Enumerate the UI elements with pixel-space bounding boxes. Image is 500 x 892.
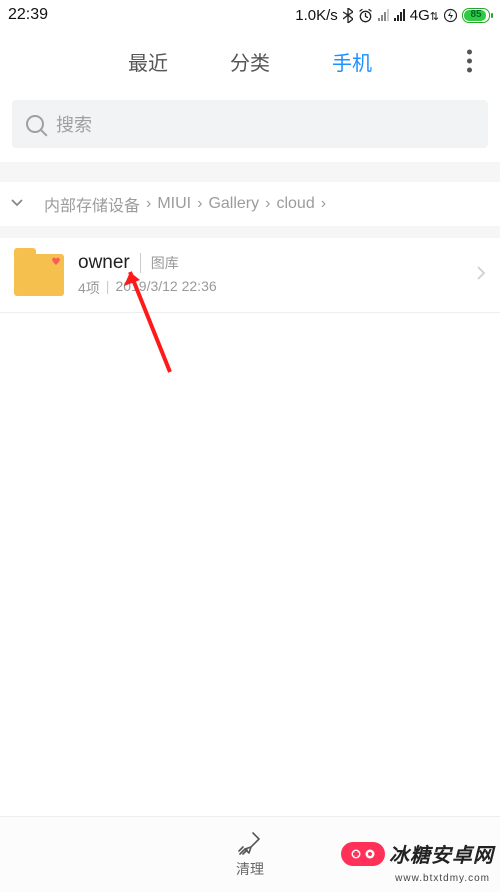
signal-1-icon xyxy=(378,9,389,21)
bluetooth-icon xyxy=(343,8,353,23)
heart-icon xyxy=(51,256,61,266)
broom-icon xyxy=(237,830,263,856)
item-title: owner xyxy=(78,252,130,274)
divider xyxy=(0,312,500,313)
search-wrap: 搜索 xyxy=(0,92,500,162)
tab-phone[interactable]: 手机 xyxy=(332,47,372,76)
watermark-brand: 冰糖安卓网 xyxy=(389,839,494,868)
battery-icon: 85 xyxy=(462,8,490,23)
breadcrumb[interactable]: 内部存储设备 › MIUI › Gallery › cloud › xyxy=(0,182,500,226)
section-gap xyxy=(0,226,500,238)
section-gap xyxy=(0,162,500,182)
chevron-right-icon: › xyxy=(146,195,151,213)
status-right: 1.0K/s 4G⇅ 85 xyxy=(295,7,490,24)
status-bar: 22:39 1.0K/s 4G⇅ 85 xyxy=(0,0,500,30)
alarm-icon xyxy=(358,8,373,23)
item-main: owner 图库 4项 | 2019/3/12 22:36 xyxy=(78,252,470,298)
clean-label: 清理 xyxy=(236,859,264,879)
watermark: 冰糖安卓网 xyxy=(341,839,494,868)
folder-item[interactable]: owner 图库 4项 | 2019/3/12 22:36 xyxy=(0,238,500,312)
chevron-right-icon: › xyxy=(321,195,326,213)
clean-button[interactable]: 清理 xyxy=(236,830,264,879)
menu-button[interactable] xyxy=(467,50,472,73)
search-placeholder: 搜索 xyxy=(56,111,92,137)
item-date: 2019/3/12 22:36 xyxy=(115,278,216,298)
item-count: 4项 xyxy=(78,278,100,298)
separator: | xyxy=(106,278,110,298)
chevron-right-icon: › xyxy=(197,195,202,213)
item-tag: 图库 xyxy=(140,253,179,273)
chevron-down-icon[interactable] xyxy=(8,195,26,213)
watermark-url: www.btxtdmy.com xyxy=(395,873,490,884)
tab-category[interactable]: 分类 xyxy=(230,47,270,76)
search-input[interactable]: 搜索 xyxy=(12,100,488,148)
status-time: 22:39 xyxy=(8,6,48,24)
folder-icon xyxy=(14,254,64,296)
chevron-right-icon: › xyxy=(265,195,270,213)
tab-recent[interactable]: 最近 xyxy=(128,47,168,76)
status-network: 4G⇅ xyxy=(410,7,439,24)
crumb-seg-2[interactable]: Gallery xyxy=(208,195,259,213)
signal-2-icon xyxy=(394,9,405,21)
crumb-seg-0[interactable]: 内部存储设备 xyxy=(44,192,140,216)
status-speed: 1.0K/s xyxy=(295,7,338,24)
chevron-right-icon xyxy=(470,264,486,287)
gamepad-icon xyxy=(341,842,385,866)
search-icon xyxy=(26,115,44,133)
tabs: 最近 分类 手机 xyxy=(0,30,500,92)
crumb-seg-1[interactable]: MIUI xyxy=(157,195,191,213)
charging-icon xyxy=(444,8,457,23)
crumb-seg-3[interactable]: cloud xyxy=(276,195,314,213)
